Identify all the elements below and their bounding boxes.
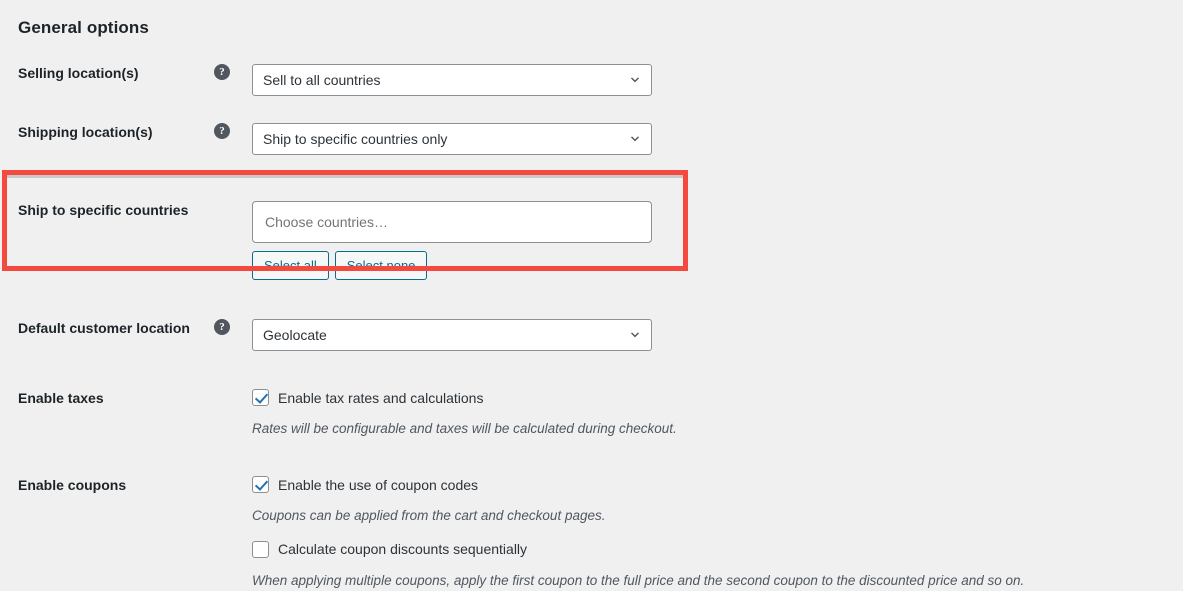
help-cell-default-customer-location: ? <box>206 319 252 335</box>
row-enable-taxes: Enable taxes Enable tax rates and calcul… <box>0 389 1183 439</box>
field-enable-taxes: Enable tax rates and calculations Rates … <box>252 389 1183 439</box>
row-default-customer-location: Default customer location ? Geolocate <box>0 319 1183 351</box>
enable-taxes-description: Rates will be configurable and taxes wil… <box>252 421 677 436</box>
label-default-customer-location: Default customer location <box>18 320 190 336</box>
label-enable-taxes: Enable taxes <box>18 390 104 406</box>
choose-countries-input[interactable] <box>252 201 652 243</box>
default-customer-location-select-wrapper[interactable]: Geolocate <box>252 319 652 351</box>
row-selling-location: Selling location(s) ? Sell to all countr… <box>0 64 1183 96</box>
enable-coupons-checkbox[interactable] <box>252 476 269 494</box>
enable-coupons-description: Coupons can be applied from the cart and… <box>252 508 606 524</box>
row-shipping-location: Shipping location(s) ? Ship to specific … <box>0 123 1183 155</box>
label-enable-coupons: Enable coupons <box>18 477 127 494</box>
default-customer-location-select[interactable]: Geolocate <box>252 319 652 351</box>
question-mark-icon[interactable]: ? <box>214 319 230 335</box>
country-select-buttons: Select all Select none <box>252 251 1183 280</box>
enable-taxes-checkbox-label[interactable]: Enable tax rates and calculations <box>278 390 483 406</box>
label-selling-location: Selling location(s) <box>18 65 139 81</box>
shipping-location-select[interactable]: Ship to specific countries only <box>252 123 652 155</box>
field-default-customer-location: Geolocate <box>252 319 1183 351</box>
sequential-coupons-description: When applying multiple coupons, apply th… <box>252 572 1025 588</box>
field-selling-location: Sell to all countries <box>252 64 1183 96</box>
help-cell-shipping-location: ? <box>206 123 252 139</box>
sequential-coupons-checkbox[interactable] <box>252 540 269 558</box>
selling-location-select-wrapper[interactable]: Sell to all countries <box>252 64 652 96</box>
help-cell-selling-location: ? <box>206 64 252 80</box>
general-options-form: Selling location(s) ? Sell to all countr… <box>0 64 1183 591</box>
field-shipping-location: Ship to specific countries only <box>252 123 1183 155</box>
shipping-location-select-wrapper[interactable]: Ship to specific countries only <box>252 123 652 155</box>
select-none-button[interactable]: Select none <box>334 251 428 280</box>
selling-location-select[interactable]: Sell to all countries <box>252 64 652 96</box>
row-enable-coupons: Enable coupons Enable the use of coupon … <box>0 476 1183 591</box>
row-ship-to-specific-countries: Ship to specific countries Select all Se… <box>0 201 1183 280</box>
question-mark-icon[interactable]: ? <box>214 64 230 80</box>
enable-coupons-checkbox-label[interactable]: Enable the use of coupon codes <box>278 477 478 493</box>
select-all-button[interactable]: Select all <box>252 251 329 280</box>
label-shipping-location: Shipping location(s) <box>18 124 153 140</box>
enable-coupons-check-line: Enable the use of coupon codes <box>252 476 1183 494</box>
label-ship-to-specific-countries: Ship to specific countries <box>18 202 189 218</box>
field-ship-to-specific-countries: Select all Select none <box>252 201 1183 280</box>
field-enable-coupons: Enable the use of coupon codes Coupons c… <box>252 476 1183 591</box>
enable-taxes-checkbox[interactable] <box>252 389 269 406</box>
sequential-coupons-checkbox-label[interactable]: Calculate coupon discounts sequentially <box>278 541 527 557</box>
page-title: General options <box>18 18 149 37</box>
sequential-coupons-check-line: Calculate coupon discounts sequentially <box>252 540 1183 558</box>
question-mark-icon[interactable]: ? <box>214 123 230 139</box>
enable-taxes-check-line: Enable tax rates and calculations <box>252 389 1183 406</box>
